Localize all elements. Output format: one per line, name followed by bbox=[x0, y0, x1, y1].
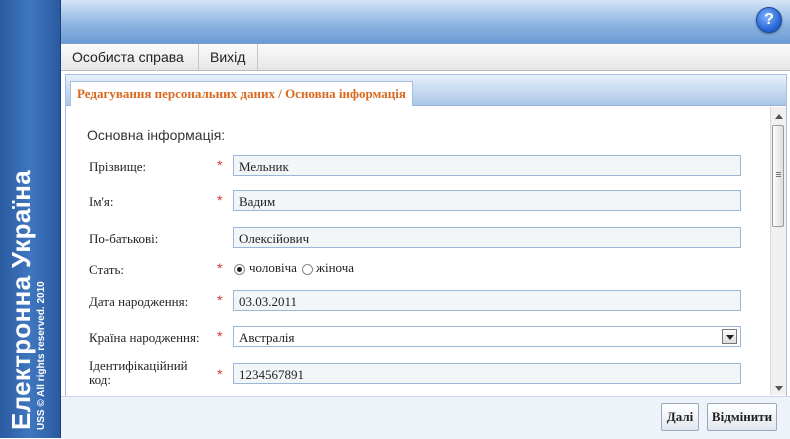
country-select-value: Австралія bbox=[239, 330, 295, 345]
id-code-label: Ідентифікаційний код: bbox=[89, 358, 188, 387]
country-select[interactable]: Австралія bbox=[233, 326, 741, 347]
id-code-field[interactable]: 1234567891 bbox=[233, 363, 741, 384]
required-marker: * bbox=[217, 192, 223, 208]
menu-exit[interactable]: Вихід bbox=[199, 44, 258, 70]
scrollbar-thumb[interactable] bbox=[772, 125, 784, 227]
menu-personal-case-label: Особиста справа bbox=[72, 49, 184, 65]
tab-personal-data[interactable]: Редагування персональних даних / Основна… bbox=[70, 81, 413, 106]
chevron-down-icon[interactable] bbox=[722, 329, 737, 344]
gender-male-radio[interactable] bbox=[234, 264, 245, 275]
help-icon[interactable]: ? bbox=[756, 7, 782, 33]
scroll-down-icon[interactable] bbox=[775, 386, 783, 391]
patronymic-field[interactable]: Олексійович bbox=[233, 227, 741, 248]
name-field[interactable]: Вадим bbox=[233, 190, 741, 211]
patronymic-label: По-батькові: bbox=[89, 231, 159, 246]
top-header: ? bbox=[61, 0, 790, 44]
scroll-up-icon[interactable] bbox=[775, 114, 783, 119]
surname-label: Прізвище: bbox=[89, 159, 147, 174]
required-marker: * bbox=[217, 292, 223, 308]
footer-bar: Далі Відмінити bbox=[61, 396, 790, 439]
grip-icon bbox=[776, 172, 781, 173]
vertical-scrollbar[interactable] bbox=[770, 107, 786, 395]
required-marker: * bbox=[217, 260, 223, 276]
name-label: Ім'я: bbox=[89, 194, 114, 209]
country-label: Країна народження: bbox=[89, 330, 200, 345]
required-marker: * bbox=[217, 157, 223, 173]
gender-female-radio[interactable] bbox=[302, 264, 313, 275]
cancel-button[interactable]: Відмінити bbox=[707, 403, 777, 431]
menu-bar: Особиста справа Вихід bbox=[61, 44, 790, 87]
birthdate-label: Дата народження: bbox=[89, 294, 189, 309]
gender-male-label[interactable]: чоловіча bbox=[249, 260, 297, 276]
gender-label: Стать: bbox=[89, 262, 124, 277]
required-marker: * bbox=[217, 328, 223, 344]
next-button[interactable]: Далі bbox=[661, 403, 699, 431]
tab-strip: Редагування персональних даних / Основна… bbox=[66, 75, 786, 106]
gender-female-label[interactable]: жіноча bbox=[316, 260, 354, 276]
birthdate-field[interactable]: 03.03.2011 bbox=[233, 290, 741, 311]
section-title: Основна інформація: bbox=[87, 127, 226, 143]
required-marker: * bbox=[217, 366, 223, 382]
edit-panel: Редагування персональних даних / Основна… bbox=[65, 74, 787, 398]
menu-personal-case[interactable]: Особиста справа bbox=[61, 44, 199, 87]
brand-logo-text: Електронна Україна bbox=[6, 170, 36, 430]
copyright-text: USS © All rights reserved. 2010 bbox=[36, 281, 47, 430]
left-brand-bar: Електронна Україна USS © All rights rese… bbox=[0, 0, 61, 438]
surname-field[interactable]: Мельник bbox=[233, 155, 741, 176]
